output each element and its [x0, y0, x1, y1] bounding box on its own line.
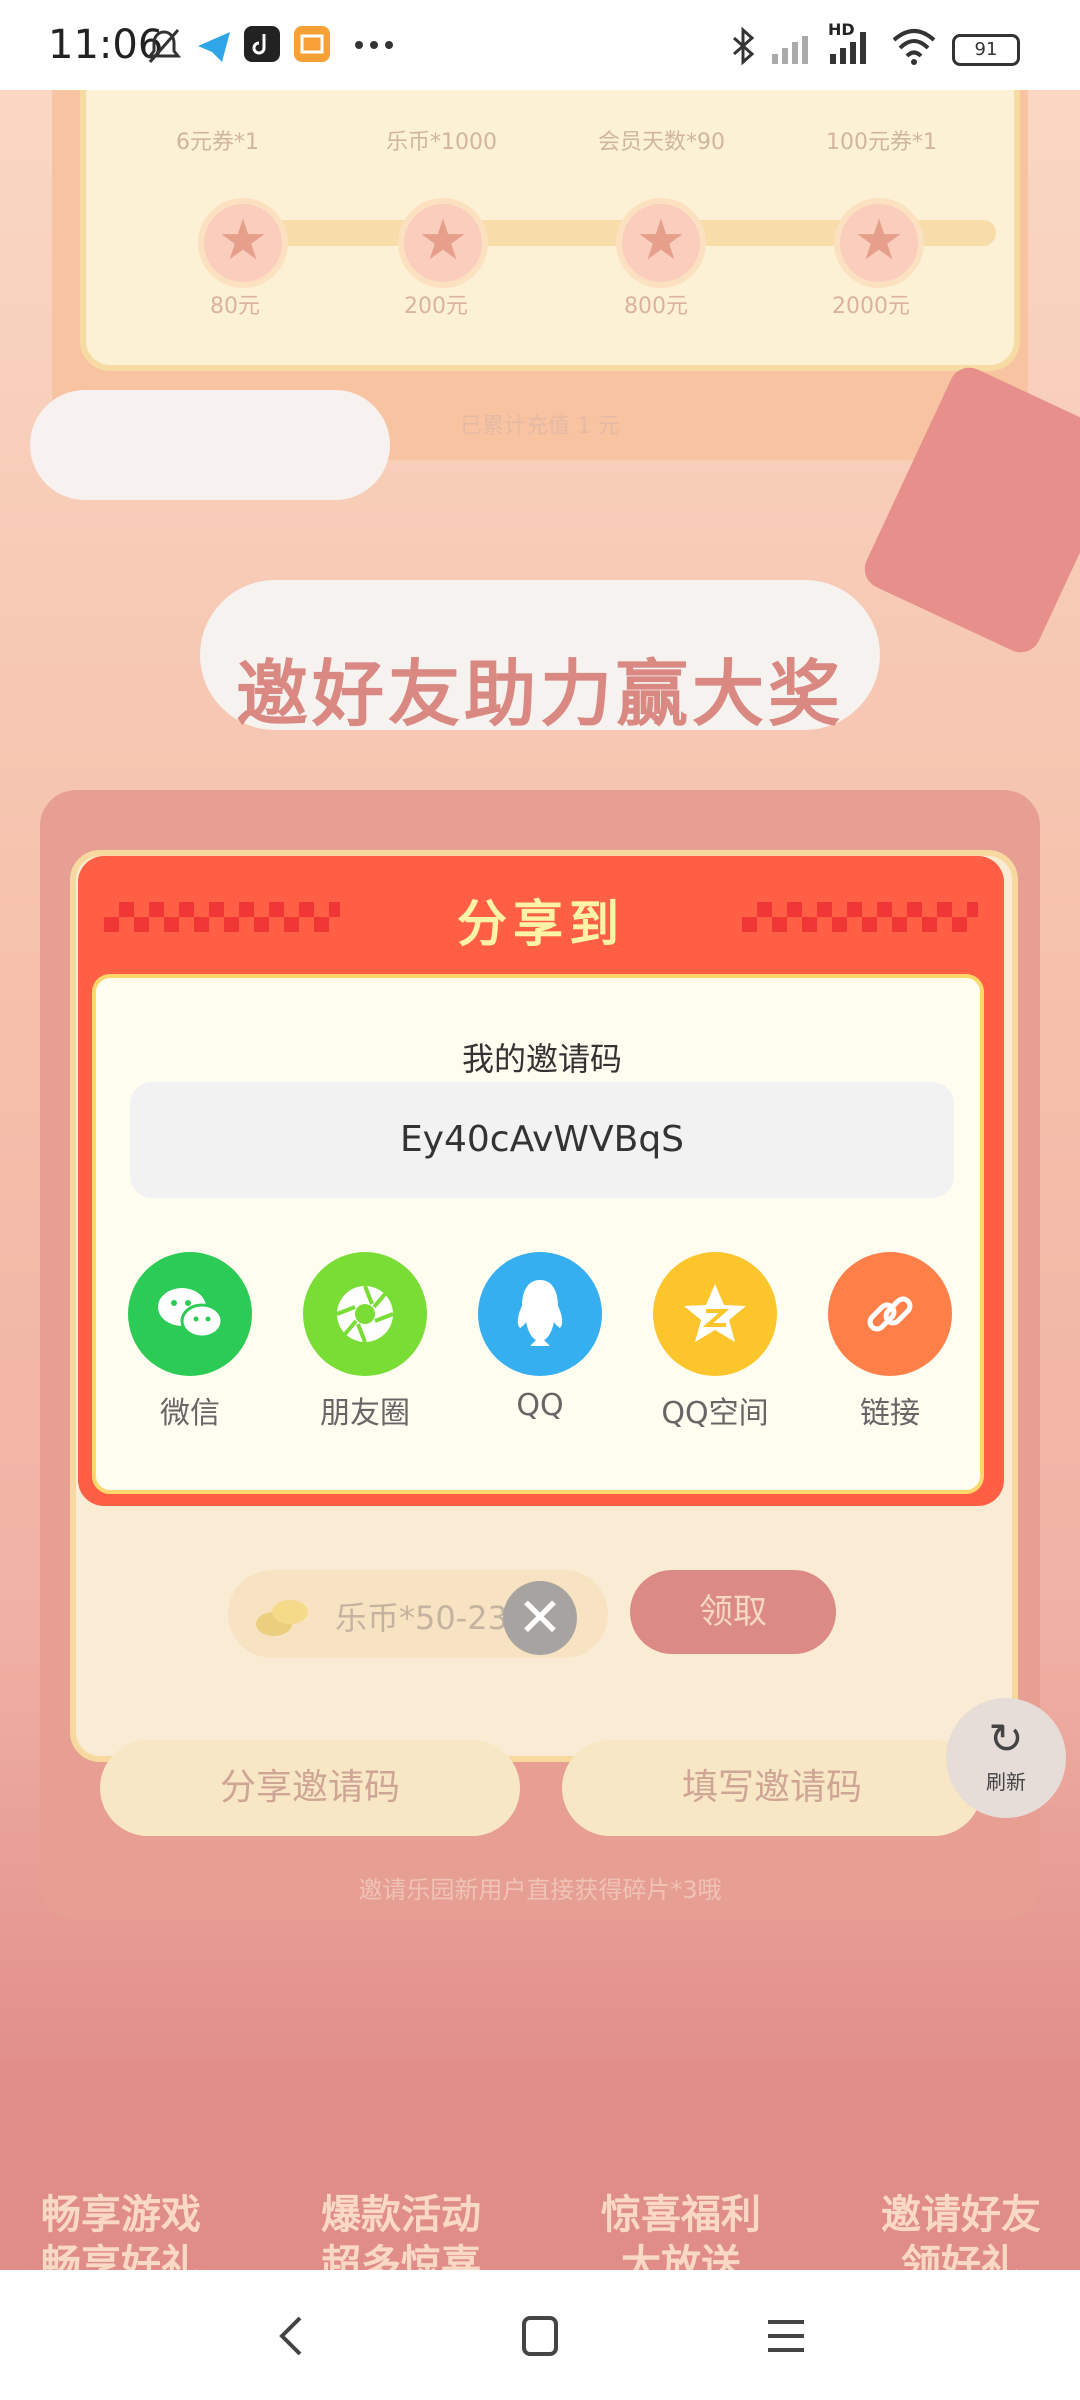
battery-icon: 91 [952, 34, 1020, 66]
signal-icon [830, 32, 866, 64]
share-qzone-button[interactable]: QQ空间 [653, 1252, 777, 1432]
qzone-icon [653, 1252, 777, 1376]
invite-code-label: 我的邀请码 [461, 1040, 622, 1078]
tiktok-icon [244, 26, 280, 62]
share-wechat-button[interactable]: 微信 [128, 1252, 252, 1432]
menu-icon[interactable] [756, 2306, 816, 2366]
telegram-icon [198, 32, 230, 62]
share-link-button[interactable]: 链接 [828, 1252, 952, 1432]
wechat-icon [128, 1252, 252, 1376]
wifi-icon [892, 29, 936, 65]
modal-body: 我的邀请码 Ey40cAvWVBqS 微信 朋友圈 QQ QQ空间 链接 [92, 974, 984, 1494]
invite-code-field[interactable]: Ey40cAvWVBqS [130, 1082, 954, 1198]
back-icon[interactable] [262, 2306, 322, 2366]
refresh-button[interactable]: ↻ 刷新 [946, 1698, 1066, 1818]
share-label: 朋友圈 [320, 1396, 410, 1431]
close-icon: ✕ [517, 1586, 563, 1649]
share-label: 微信 [160, 1396, 220, 1431]
qq-icon [478, 1252, 602, 1376]
link-icon [828, 1252, 952, 1376]
share-label: QQ空间 [661, 1396, 769, 1431]
share-label: QQ [516, 1388, 564, 1423]
status-bar: 11:06 HD 91 [0, 0, 1080, 90]
system-nav-bar [0, 2270, 1080, 2400]
share-moments-button[interactable]: 朋友圈 [303, 1252, 427, 1432]
mute-bell-icon [146, 29, 182, 63]
share-label: 链接 [860, 1396, 920, 1431]
close-modal-button[interactable]: ✕ [503, 1581, 577, 1655]
refresh-label: 刷新 [986, 1770, 1026, 1794]
modal-title: 分享到 [457, 895, 625, 953]
bluetooth-icon [733, 26, 755, 66]
home-icon[interactable] [510, 2306, 570, 2366]
battery-level: 91 [974, 39, 998, 60]
share-modal: 分享到 我的邀请码 Ey40cAvWVBqS 微信 朋友圈 QQ QQ空间 链接 [78, 856, 1004, 1506]
share-qq-button[interactable]: QQ [478, 1252, 602, 1423]
signal-icon [772, 36, 808, 64]
refresh-icon: ↻ [988, 1714, 1024, 1763]
more-icon [355, 41, 393, 49]
moments-icon [303, 1252, 427, 1376]
app-icon [294, 26, 330, 62]
